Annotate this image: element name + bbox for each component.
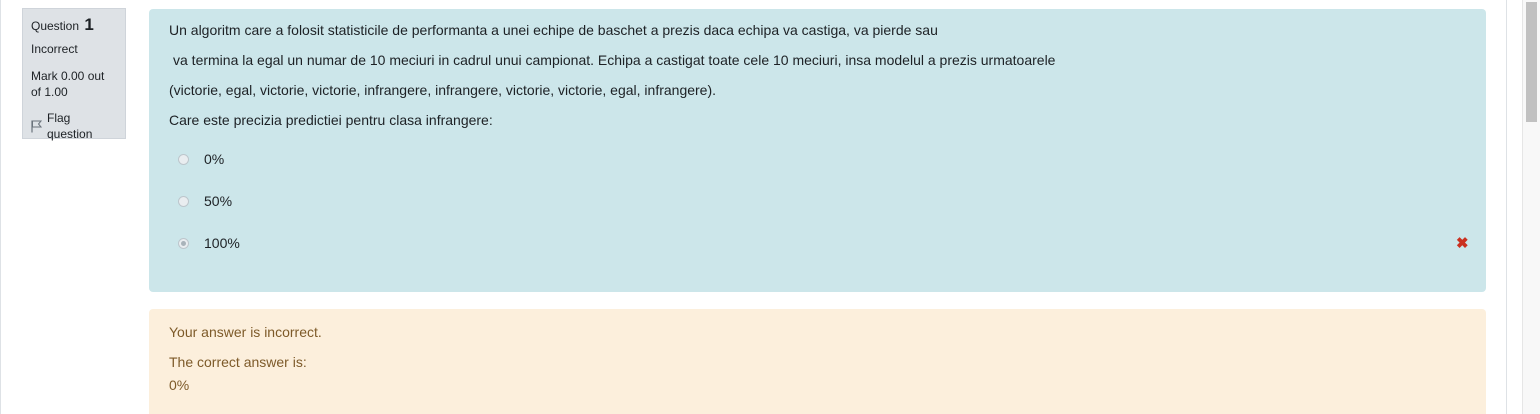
correct-answer-label: The correct answer is: xyxy=(169,354,307,370)
question-text-line: Un algoritm care a folosit statisticile … xyxy=(169,22,938,38)
answer-option-label: 0% xyxy=(204,151,225,167)
answer-option[interactable]: 50% xyxy=(169,191,1466,211)
question-text-line: va termina la egal un numar de 10 meciur… xyxy=(173,52,1056,68)
question-state: Incorrect xyxy=(31,42,78,56)
vertical-scrollbar[interactable] xyxy=(1522,0,1540,414)
answer-option[interactable]: 100% ✖ xyxy=(169,233,1469,253)
feedback-box: Your answer is incorrect. The correct an… xyxy=(149,309,1486,414)
correct-answer-value: 0% xyxy=(169,377,190,393)
quiz-review-page: Question 1 Incorrect Mark 0.00 out of 1.… xyxy=(0,0,1540,414)
question-number-row: Question 1 xyxy=(31,15,117,34)
radio-button[interactable] xyxy=(178,153,189,165)
question-text: Un algoritm care a folosit statisticile … xyxy=(169,21,1466,129)
answer-option-label: 50% xyxy=(204,193,233,209)
question-info-box: Question 1 Incorrect Mark 0.00 out of 1.… xyxy=(22,8,126,142)
question-text-line: (victorie, egal, victorie, victorie, inf… xyxy=(169,82,717,98)
left-divider xyxy=(0,0,1,414)
right-divider xyxy=(1506,0,1507,414)
question-grade: Mark 0.00 out of 1.00 xyxy=(31,69,105,99)
flag-icon xyxy=(31,120,43,133)
incorrect-icon: ✖ xyxy=(1456,235,1469,252)
answer-options: 0% 50% 100% ✖ xyxy=(169,149,1469,253)
answer-option[interactable]: 0% xyxy=(169,149,1466,169)
question-number: 1 xyxy=(84,15,94,34)
question-text-line: Care este precizia predictiei pentru cla… xyxy=(169,112,493,128)
scrollbar-thumb[interactable] xyxy=(1526,2,1537,122)
radio-button[interactable] xyxy=(178,195,189,207)
question-content: Un algoritm care a folosit statisticile … xyxy=(149,9,1486,292)
feedback-incorrect: Your answer is incorrect. xyxy=(169,324,322,340)
answer-option-label: 100% xyxy=(204,235,240,251)
question-label: Question xyxy=(31,19,80,33)
flag-question-button[interactable]: Flag question xyxy=(31,110,117,142)
radio-button-selected[interactable] xyxy=(178,237,189,249)
flag-question-label: Flag question xyxy=(47,111,93,141)
